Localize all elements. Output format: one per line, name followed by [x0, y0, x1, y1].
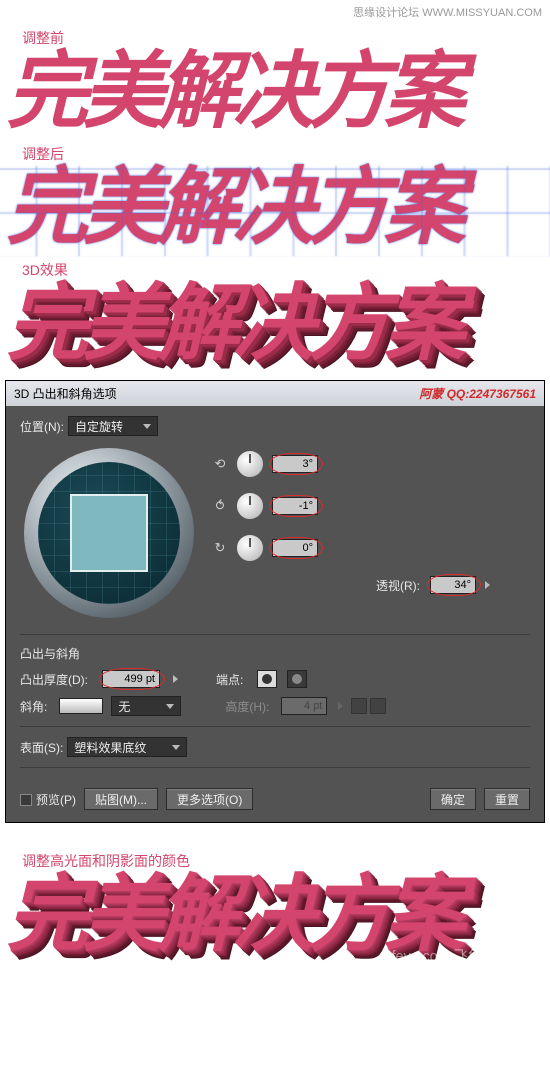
- position-label: 位置(N):: [20, 418, 64, 435]
- depth-label: 凸出厚度(D):: [20, 671, 88, 688]
- rotation-trackball[interactable]: [24, 448, 194, 618]
- dialog-3d-extrude: 3D 凸出和斜角选项 阿蒙 QQ:2247367561 位置(N): 自定旋转 …: [5, 380, 545, 823]
- knob-z[interactable]: [236, 534, 264, 562]
- highlight-oval: [269, 495, 323, 517]
- reset-button[interactable]: 重置: [484, 788, 530, 810]
- divider: [20, 726, 530, 727]
- watermark-bottom: feye.com 飞鱼教程网: [392, 948, 525, 963]
- angle-z-input[interactable]: 0°: [272, 539, 318, 557]
- surface-value: 塑料效果底纹: [74, 739, 146, 756]
- dialog-title-text: 3D 凸出和斜角选项: [14, 385, 117, 402]
- knob-y[interactable]: [236, 492, 264, 520]
- angle-y-input[interactable]: -1°: [272, 497, 318, 515]
- height-label: 高度(H):: [225, 698, 269, 715]
- cap-off-button[interactable]: [287, 670, 307, 688]
- surface-label: 表面(S):: [20, 739, 63, 756]
- perspective-label: 透视(R):: [376, 577, 420, 594]
- headline-3d: 完美解决方案: [0, 282, 550, 381]
- bevel-label: 斜角:: [20, 698, 47, 715]
- dialog-credit: 阿蒙 QQ:2247367561: [419, 385, 536, 402]
- headline-final: 完美解决方案 feye.com 飞鱼教程网: [0, 873, 550, 974]
- angle-x-input[interactable]: 3°: [272, 455, 318, 473]
- watermark-top: 思缘设计论坛 WWW.MISSYUAN.COM: [0, 0, 550, 22]
- more-options-button[interactable]: 更多选项(O): [166, 788, 253, 810]
- position-select[interactable]: 自定旋转: [68, 416, 158, 436]
- knob-x[interactable]: [236, 450, 264, 478]
- surface-select[interactable]: 塑料效果底纹: [67, 737, 187, 757]
- preview-label: 预览(P): [36, 793, 76, 807]
- stepper-arrow-icon[interactable]: [173, 675, 178, 683]
- map-art-button[interactable]: 贴图(M)...: [84, 788, 158, 810]
- divider: [20, 634, 530, 635]
- divider: [20, 767, 530, 768]
- headline-after: 完美解决方案: [0, 166, 550, 256]
- ok-button[interactable]: 确定: [430, 788, 476, 810]
- position-value: 自定旋转: [75, 418, 123, 435]
- rotate-x-icon: ⟲: [212, 456, 228, 472]
- cap-label: 端点:: [216, 671, 243, 688]
- checkbox-icon: [20, 794, 32, 806]
- bevel-thumbnail: [59, 698, 103, 714]
- highlight-oval: [269, 537, 323, 559]
- trackball-grid: [38, 462, 180, 604]
- cap-on-button[interactable]: [257, 670, 277, 688]
- bevel-value: 无: [118, 698, 130, 715]
- bevel-direction-icons: [351, 698, 386, 714]
- height-input: 4 pt: [281, 697, 327, 715]
- stepper-arrow-icon: [338, 702, 343, 710]
- bevel-select[interactable]: 无: [111, 696, 181, 716]
- perspective-input[interactable]: 34°: [430, 576, 476, 594]
- chevron-down-icon: [166, 704, 174, 709]
- stepper-arrow-icon[interactable]: [485, 581, 490, 589]
- extrude-group-title: 凸出与斜角: [20, 645, 530, 662]
- rotate-y-icon: ⥀: [212, 498, 228, 514]
- depth-input[interactable]: 499 pt: [102, 670, 160, 688]
- preview-checkbox[interactable]: 预览(P): [20, 791, 76, 808]
- dialog-titlebar: 3D 凸出和斜角选项 阿蒙 QQ:2247367561: [6, 381, 544, 406]
- headline-before: 完美解决方案: [0, 50, 550, 140]
- chevron-down-icon: [143, 424, 151, 429]
- trackball-cube-face: [70, 494, 148, 572]
- highlight-oval: [269, 453, 323, 475]
- chevron-down-icon: [172, 745, 180, 750]
- rotate-z-icon: ↻: [212, 540, 228, 556]
